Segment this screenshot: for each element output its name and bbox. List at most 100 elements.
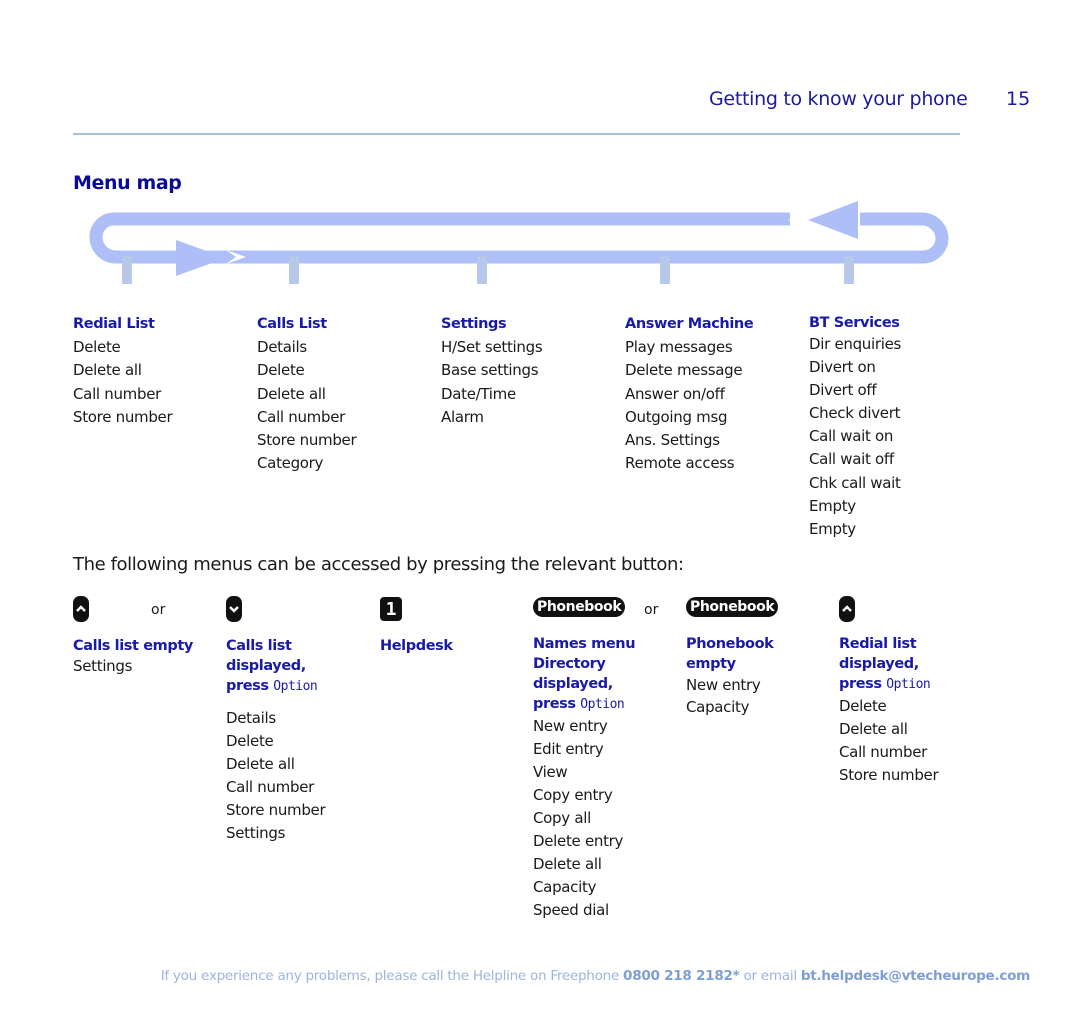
tick-answer — [660, 256, 670, 284]
menu-column-bt-services: BT Services Dir enquiries Divert on Dive… — [809, 313, 901, 541]
shortcut-names-menu: Names menu Directory displayed, press Op… — [533, 634, 636, 922]
menu-item: Call wait off — [809, 450, 894, 469]
option-softkey-label: Option — [580, 697, 625, 712]
phonebook-key-icon: Phonebook — [533, 597, 626, 617]
shortcut-heading: Calls list empty — [73, 638, 193, 654]
menu-item: Call number — [839, 743, 928, 761]
tick-calls — [289, 256, 299, 284]
number-one-key-icon: 1 — [380, 597, 402, 621]
menu-column-title: Settings — [441, 316, 507, 332]
shortcut-calls-list-displayed: Calls list displayed, press Option Detai… — [226, 636, 326, 845]
shortcut-heading: displayed, — [533, 676, 613, 692]
menu-item: Delete all — [257, 384, 326, 403]
helpdesk-email[interactable]: bt.helpdesk@vtecheurope.com — [801, 968, 1030, 984]
menu-column-title: Calls List — [257, 316, 327, 332]
helpline-phone-number: 0800 218 2182* — [623, 968, 740, 984]
intro-text: The following menus can be accessed by p… — [73, 554, 684, 575]
menu-item: Check divert — [809, 404, 901, 423]
shortcut-heading: Redial list — [839, 636, 917, 652]
menu-item: Delete — [226, 732, 274, 750]
menu-item: Store number — [226, 801, 326, 819]
menu-item: Delete all — [73, 361, 142, 380]
menu-column-answer-machine: Answer Machine Play messages Delete mess… — [625, 313, 754, 475]
shortcut-heading-press: press Option — [839, 674, 938, 695]
menu-item: Outgoing msg — [625, 407, 728, 426]
menu-item: Edit entry — [533, 740, 604, 758]
menu-item: Settings — [226, 824, 286, 842]
page-header-title: Getting to know your phone — [709, 88, 968, 110]
or-label: or — [151, 602, 166, 618]
menu-item: Delete entry — [533, 832, 624, 850]
menu-loop-diagram — [89, 201, 949, 284]
right-arrowhead-icon — [176, 240, 226, 276]
phonebook-key-icon: Phonebook — [686, 597, 779, 617]
menu-item: Ans. Settings — [625, 431, 720, 450]
or-label: or — [644, 602, 659, 618]
menu-item: Play messages — [625, 338, 733, 357]
option-softkey-label: Option — [273, 679, 318, 694]
menu-item: Store number — [73, 407, 173, 426]
shortcut-calls-list-empty: Calls list empty Settings — [73, 636, 193, 676]
shortcut-redial-list-displayed: Redial list displayed, press Option Dele… — [839, 634, 939, 787]
option-softkey-label: Option — [886, 677, 931, 692]
left-arrowhead-notch — [788, 213, 808, 227]
menu-item: Delete — [257, 361, 305, 380]
menu-item: Details — [226, 709, 276, 727]
menu-item: New entry — [686, 676, 761, 694]
menu-item: Chk call wait — [809, 473, 901, 492]
shortcut-heading: Phonebook — [686, 636, 774, 652]
menu-column-title: BT Services — [809, 315, 900, 331]
menu-item: Capacity — [533, 878, 597, 896]
helpline-footer: If you experience any problems, please c… — [0, 968, 1031, 984]
menu-item: Copy entry — [533, 786, 613, 804]
down-arrow-key-icon — [226, 596, 242, 622]
menu-item: Delete — [839, 697, 887, 715]
header-divider — [73, 133, 960, 135]
up-arrow-key-icon — [839, 596, 855, 622]
menu-item: Date/Time — [441, 384, 516, 403]
menu-item: Dir enquiries — [809, 335, 902, 353]
left-arrowhead-icon — [808, 201, 858, 239]
shortcut-heading-press: press Option — [533, 694, 635, 715]
menu-item: Copy all — [533, 809, 591, 827]
menu-item: Empty — [809, 519, 856, 538]
menu-item: H/Set settings — [441, 338, 543, 357]
shortcut-heading: empty — [686, 656, 736, 672]
menu-item: Store number — [257, 431, 357, 450]
press-word: press — [533, 696, 576, 712]
footer-text: or email — [739, 968, 801, 984]
menu-item: Store number — [839, 766, 939, 784]
shortcut-heading: Directory — [533, 656, 606, 672]
shortcut-helpdesk: Helpdesk — [380, 636, 453, 656]
tick-redial — [122, 256, 132, 284]
menu-item: Empty — [809, 496, 856, 515]
menu-item: Call number — [257, 407, 346, 426]
menu-item: Settings — [73, 657, 133, 675]
press-word: press — [226, 678, 269, 694]
menu-item: Answer on/off — [625, 384, 725, 403]
menu-item: Delete all — [839, 720, 908, 738]
shortcut-heading: displayed, — [839, 656, 919, 672]
menu-column-redial-list: Redial List Delete Delete all Call numbe… — [73, 313, 173, 429]
menu-item: Delete all — [226, 755, 295, 773]
press-word: press — [839, 676, 882, 692]
footer-text: If you experience any problems, please c… — [160, 968, 624, 984]
menu-item: Delete message — [625, 361, 743, 380]
shortcut-heading: Helpdesk — [380, 638, 453, 654]
shortcut-phonebook-empty: Phonebook empty New entry Capacity — [686, 634, 774, 718]
shortcut-heading: Names menu — [533, 636, 636, 652]
menu-item: Base settings — [441, 361, 539, 380]
menu-item: Speed dial — [533, 901, 609, 919]
shortcut-heading-press: press Option — [226, 676, 325, 697]
menu-item: Divert off — [809, 381, 877, 400]
loop-track — [89, 212, 949, 264]
menu-item: View — [533, 763, 568, 781]
menu-item: Delete all — [533, 855, 602, 873]
menu-item: Details — [257, 338, 307, 357]
tick-settings — [477, 256, 487, 284]
menu-item: Call number — [226, 778, 315, 796]
menu-column-title: Answer Machine — [625, 316, 754, 332]
shortcut-heading: Calls list — [226, 638, 292, 654]
menu-item: Divert on — [809, 358, 876, 377]
menu-item: Call wait on — [809, 427, 894, 446]
